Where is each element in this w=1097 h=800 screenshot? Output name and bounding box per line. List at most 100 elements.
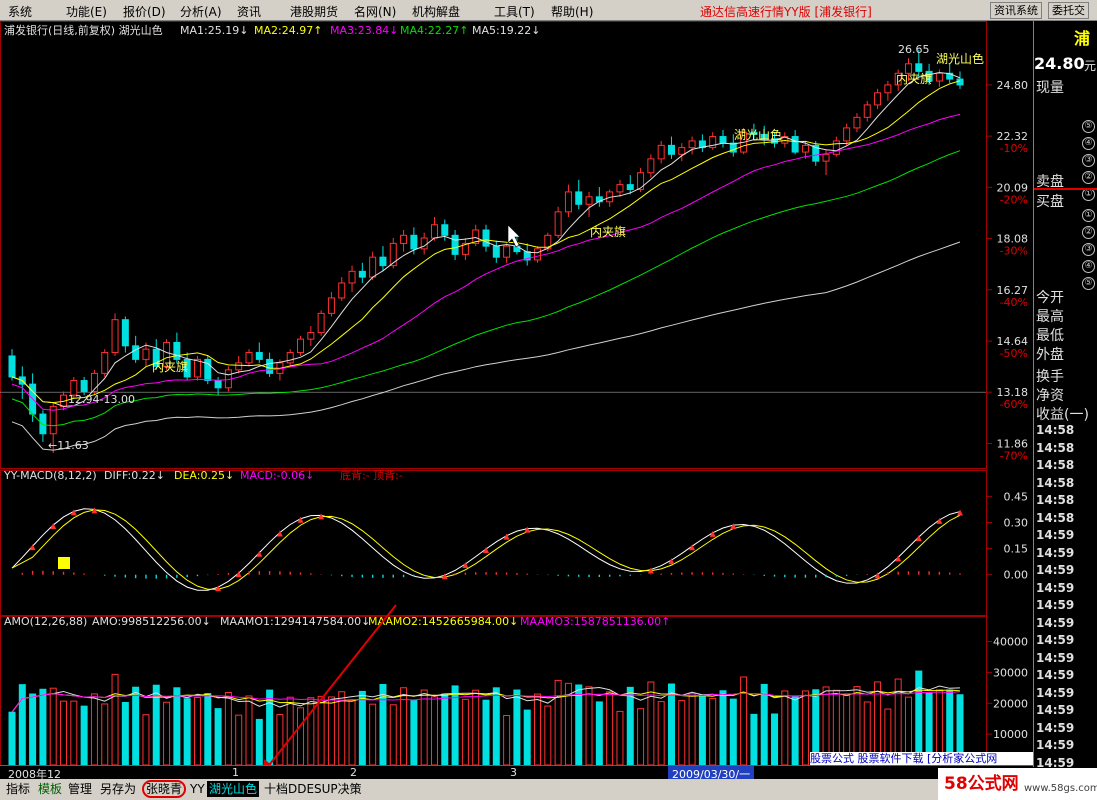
trade-time: 14:59 [1036, 668, 1075, 682]
amo-bar [163, 701, 171, 766]
menu-item-4[interactable]: 资讯 [237, 3, 261, 20]
menu-item-9[interactable]: 帮助(H) [551, 3, 593, 20]
candle-body [935, 72, 943, 82]
candle-body [554, 211, 562, 236]
amo-bar [204, 693, 212, 766]
amo-tick-label: 40000 [993, 636, 1028, 649]
candle-body [369, 256, 377, 278]
menu-item-7[interactable]: 机构解盘 [412, 3, 460, 20]
menu-item-1[interactable]: 功能(E) [66, 3, 107, 20]
menu-item-6[interactable]: 名网(N) [354, 3, 396, 20]
trade-time: 14:59 [1036, 563, 1075, 577]
trade-time: 14:59 [1036, 580, 1075, 595]
candle-body [430, 224, 438, 239]
amo-header: AMO(12,26,88) [4, 615, 87, 628]
trade-time: 14:58 [1036, 423, 1075, 437]
low-price-label: ←11.63 [48, 439, 89, 452]
stat-label: 最高 [1036, 309, 1064, 325]
trade-time: 14:59 [1036, 545, 1075, 560]
amo-bar [235, 714, 243, 766]
date-label: 2 [350, 766, 357, 779]
amo-bar [132, 686, 140, 766]
candle-body [492, 245, 500, 258]
amo-bar [729, 698, 737, 766]
trade-time: 14:59 [1036, 703, 1075, 717]
tab-save-as[interactable]: 另存为 [98, 781, 138, 797]
macd-tick-label: 0.00 [1004, 569, 1029, 582]
trade-time: 14:58 [1036, 440, 1075, 455]
amo-bar [420, 689, 428, 766]
tab-template[interactable]: 模板 [36, 781, 64, 797]
candle-body [358, 270, 366, 278]
date-label: 3 [510, 766, 517, 779]
amo-bar [709, 697, 717, 766]
candle-body [801, 144, 809, 153]
watermark-link: 股票公式 股票软件下载 [分析家公式网 [810, 752, 1033, 765]
order-level-icon: ④ [1082, 137, 1095, 150]
macd-header: YY-MACD(8,12,2) [3, 469, 97, 482]
candle-body [286, 352, 294, 364]
kline-chart[interactable]: 24.8022.32-10%20.09-20%18.08-30%16.27-40… [0, 21, 1033, 766]
amo-bar [90, 693, 98, 766]
amo-bar [554, 679, 562, 766]
candle-body [400, 234, 408, 244]
trade-time: 14:59 [1036, 685, 1075, 700]
menu-item-8[interactable]: 工具(T) [494, 3, 535, 20]
amo-bar [183, 698, 191, 766]
amo-bar [307, 697, 315, 766]
candle-body [327, 297, 335, 314]
trade-button[interactable]: 委托交 [1048, 2, 1089, 19]
amo-bar [348, 699, 356, 766]
candle-body [266, 358, 274, 374]
candle-body [791, 136, 799, 153]
amo-bar [224, 691, 232, 766]
candle-body [534, 248, 542, 261]
amo-bar [101, 703, 109, 766]
amo-bar [482, 699, 490, 766]
candle-body [874, 92, 882, 106]
tab-manage[interactable]: 管理 [66, 781, 94, 797]
candle-body [585, 196, 593, 205]
candle-body [719, 136, 727, 144]
amo-bar [266, 689, 274, 766]
menu-item-0[interactable]: 系统 [8, 3, 32, 20]
pattern-label: 内夹旗 [590, 224, 626, 239]
amo-bar [915, 670, 923, 766]
trade-time: 14:58 [1036, 458, 1075, 472]
trade-time: 14:58 [1036, 493, 1075, 507]
date-label: 1 [232, 766, 239, 779]
ma-legend-4: MA4:22.27↑ [400, 24, 468, 37]
tab-huguang-shanse[interactable]: 湖光山色 [207, 781, 260, 797]
amo-bar [8, 711, 16, 766]
candle-body [884, 84, 892, 94]
amo-bar [544, 705, 552, 766]
candle-body [245, 352, 253, 364]
amo-bar [441, 693, 449, 766]
amo-bar [534, 693, 542, 766]
info-system-button[interactable]: 资讯系统 [990, 2, 1042, 19]
tab-indicator[interactable]: 指标 [4, 781, 32, 797]
amo-bar [121, 702, 129, 766]
candle-body [214, 380, 222, 389]
tab-sup[interactable]: SUP决策 [312, 781, 364, 797]
macd-label: MACD:-0.06↓ [240, 469, 314, 482]
pct-tick-label: -30% [1000, 245, 1028, 258]
tab-yy[interactable]: YY [188, 781, 207, 797]
menu-item-3[interactable]: 分析(A) [180, 3, 222, 20]
amo-bar [781, 690, 789, 766]
candle-body [647, 158, 655, 174]
stat-label: 收益(一) [1036, 407, 1089, 423]
menu-item-2[interactable]: 报价(D) [123, 3, 166, 20]
tab-zhang-xiaoqing[interactable]: 张晓青 [142, 780, 187, 798]
menu-item-5[interactable]: 港股期货 [290, 3, 338, 20]
order-level-icon: ⑤ [1082, 277, 1095, 290]
amo-label: AMO:998512256.00↓ [92, 615, 211, 628]
candle-body [688, 140, 696, 149]
maamo3-label: MAAMO3:1587851136.00↑ [520, 615, 670, 628]
amo-bar [472, 689, 480, 766]
amo-bar [389, 704, 397, 766]
ma-legend-1: MA1:25.19↓ [180, 24, 248, 37]
ma-line-4 [11, 150, 961, 427]
tab-dde[interactable]: 十档DDE [262, 781, 316, 797]
candle-body [121, 319, 129, 347]
